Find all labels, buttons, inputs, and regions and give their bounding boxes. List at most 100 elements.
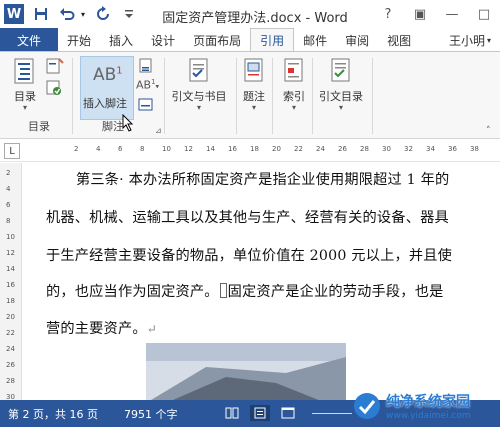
watermark: 纯净系统家园 www.yidaimei.com xyxy=(352,385,500,427)
doc-line-3: 于生产经营主要设备的物品，单位价值在 2000 元以上，并且使 xyxy=(46,248,453,264)
insert-footnote-label: 插入脚注 xyxy=(83,97,127,110)
toa-icon xyxy=(331,58,350,82)
ruler-tick-label: 24 xyxy=(316,145,325,153)
update-table-icon[interactable] xyxy=(46,80,62,99)
footnote-icon: AB xyxy=(93,65,117,85)
page-count[interactable]: 第 2 页，共 16 页 xyxy=(8,406,98,422)
ruler-tick-label: 26 xyxy=(6,361,15,369)
insert-footnote-button[interactable]: AB1 插入脚注 xyxy=(80,56,134,120)
toc-button[interactable]: 目录 ▾ xyxy=(8,58,42,112)
ruler-tick-label: 20 xyxy=(6,313,15,321)
captions-button[interactable]: 题注 ▾ xyxy=(238,58,270,112)
ruler-tick-label: 22 xyxy=(6,329,15,337)
redo-icon[interactable] xyxy=(92,3,114,25)
minimize-button[interactable]: — xyxy=(436,0,468,28)
restore-button[interactable]: □ xyxy=(468,0,500,28)
citations-dropdown-icon: ▾ xyxy=(196,103,201,112)
captions-dropdown-icon: ▾ xyxy=(251,103,256,112)
citations-button[interactable]: 引文与书目 ▾ xyxy=(168,58,230,112)
ruler-tick-label: 20 xyxy=(272,145,281,153)
ruler-tick-label: 6 xyxy=(6,201,11,209)
tab-page-layout[interactable]: 页面布局 xyxy=(184,28,250,52)
ruler-tick-label: 22 xyxy=(294,145,303,153)
tab-selector[interactable]: L xyxy=(4,143,20,159)
zoom-slider[interactable] xyxy=(312,413,352,414)
print-layout-icon[interactable] xyxy=(250,405,270,421)
ruler-tick-label: 24 xyxy=(6,345,15,353)
tab-review[interactable]: 审阅 xyxy=(336,28,378,52)
undo-dropdown-icon[interactable]: ▾ xyxy=(78,3,88,25)
footnote-dialog-launcher[interactable]: ⊿ xyxy=(155,126,162,135)
index-dropdown-icon: ▾ xyxy=(291,103,296,112)
ruler-tick-label: 6 xyxy=(118,145,123,153)
ruler-tick-label: 14 xyxy=(206,145,215,153)
tab-design[interactable]: 设计 xyxy=(142,28,184,52)
window-title: 固定资产管理办法.docx - Word xyxy=(162,11,348,26)
toa-dropdown-icon: ▾ xyxy=(338,103,343,112)
tab-file[interactable]: 文件 xyxy=(0,28,59,52)
document-area[interactable]: 第三条· 本办法所称固定资产是指企业使用期限超过 1 年的 机器、机械、运输工具… xyxy=(22,163,500,400)
collapse-ribbon-icon[interactable]: ˄ xyxy=(486,126,491,136)
toa-button[interactable]: 引文目录 ▾ xyxy=(314,58,368,112)
ruler-tick-label: 12 xyxy=(6,249,15,257)
ruler-tick-label: 8 xyxy=(140,145,145,153)
ruler-tick-label: 10 xyxy=(6,233,15,241)
word-count[interactable]: 7951 个字 xyxy=(124,406,178,422)
ribbon-tabs: 文件 开始 插入 设计 页面布局 引用 邮件 审阅 视图 王小明 ▾ xyxy=(0,28,500,52)
footnote-reference-mark xyxy=(219,283,227,298)
tab-references[interactable]: 引用 xyxy=(250,28,295,52)
add-text-icon[interactable] xyxy=(46,58,64,77)
ribbon-display-icon[interactable]: ▣ xyxy=(404,0,436,28)
save-icon[interactable] xyxy=(30,3,52,25)
customize-qat-icon[interactable] xyxy=(118,3,140,25)
user-name: 王小明 xyxy=(448,33,485,48)
tab-view[interactable]: 视图 xyxy=(378,28,420,52)
ruler-tick-label: 4 xyxy=(6,185,11,193)
doc-line-5: 营的主要资产。↵ xyxy=(46,318,157,338)
doc-line-4-start: 的，也应当作为固定资产。 xyxy=(46,284,219,300)
doc-line-4: 的，也应当作为固定资产。 固定资产是企业的劳动手段，也是 xyxy=(46,281,443,301)
undo-icon[interactable] xyxy=(56,3,78,25)
divider xyxy=(272,58,273,134)
quick-access-toolbar: W ▾ xyxy=(0,0,140,28)
doc-line-1: 第三条· 本办法所称固定资产是指企业使用期限超过 1 年的 xyxy=(76,172,450,188)
read-mode-icon[interactable] xyxy=(222,405,242,421)
show-notes-icon[interactable] xyxy=(138,98,154,115)
divider xyxy=(236,58,237,134)
toc-dropdown-icon: ▾ xyxy=(22,103,27,112)
horizontal-ruler: L 2 4 6 8 10 12 14 16 18 20 22 24 26 28 30 32 34 36 38 xyxy=(0,140,500,162)
word-logo-icon[interactable]: W xyxy=(4,4,24,24)
ruler-tick-label: 28 xyxy=(360,145,369,153)
watermark-logo xyxy=(354,393,380,419)
paragraph-mark-icon: ↵ xyxy=(146,322,157,336)
next-footnote-button[interactable]: AB1▾ xyxy=(136,78,159,92)
ruler-tick-label: 2 xyxy=(74,145,79,153)
help-icon[interactable]: ? xyxy=(372,0,404,28)
ruler-tick-label: 28 xyxy=(6,377,15,385)
ribbon: 目录 ▾ 目录 AB1 插入脚注 AB1▾ 脚注 ⊿ 引文与书目 ▾ 题注 ▾ … xyxy=(0,51,500,139)
divider xyxy=(164,58,165,134)
captions-label: 题注 xyxy=(243,90,265,103)
ruler-tick-label: 30 xyxy=(382,145,391,153)
insert-endnote-icon[interactable] xyxy=(138,58,154,77)
toc-icon xyxy=(14,58,34,84)
toa-label: 引文目录 xyxy=(319,90,363,103)
tab-mailings[interactable]: 邮件 xyxy=(294,28,336,52)
tab-home[interactable]: 开始 xyxy=(58,28,100,52)
ruler-tick-label: 18 xyxy=(6,297,15,305)
doc-line-2: 机器、机械、运输工具以及其他与生产、经营有关的设备、器具 xyxy=(46,210,449,226)
captions-icon xyxy=(244,58,263,82)
ruler-tick-label: 4 xyxy=(96,145,101,153)
citations-icon xyxy=(189,58,208,82)
index-button[interactable]: 索引 ▾ xyxy=(278,58,310,112)
tab-insert[interactable]: 插入 xyxy=(100,28,142,52)
document-image[interactable] xyxy=(146,343,346,400)
ruler-tick-label: 2 xyxy=(6,169,11,177)
watermark-url: www.yidaimei.com xyxy=(386,411,471,421)
web-layout-icon[interactable] xyxy=(278,405,298,421)
user-account[interactable]: 王小明 ▾ xyxy=(440,28,500,52)
ruler-scale[interactable]: 2 4 6 8 10 12 14 16 18 20 22 24 26 28 30 32 34 36 38 xyxy=(36,144,500,158)
toc-label: 目录 xyxy=(14,90,36,103)
ruler-tick-label: 38 xyxy=(470,145,479,153)
next-footnote-icon: AB xyxy=(136,78,152,92)
